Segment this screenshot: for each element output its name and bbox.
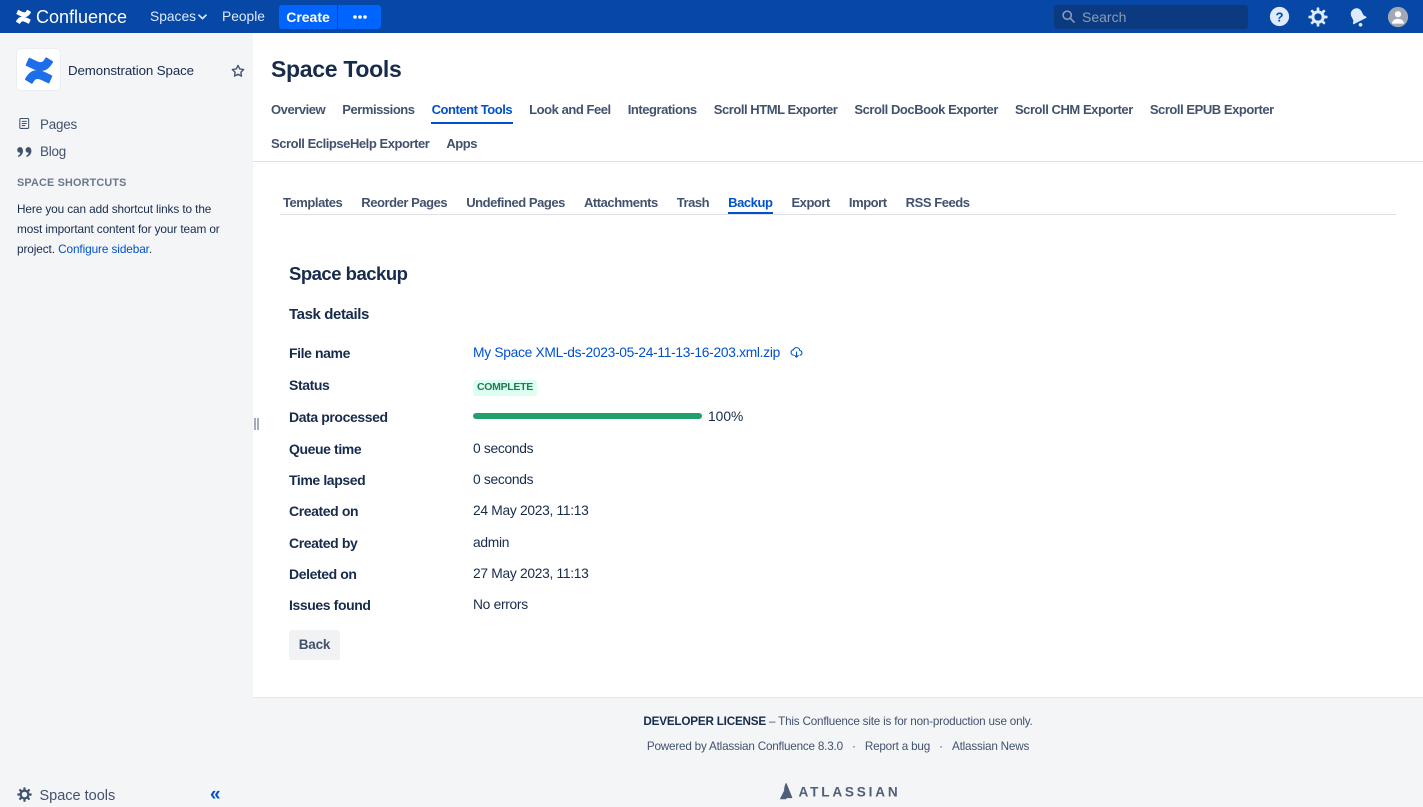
- svg-text:?: ?: [1275, 9, 1283, 24]
- svg-text:ATLASSIAN: ATLASSIAN: [799, 785, 901, 800]
